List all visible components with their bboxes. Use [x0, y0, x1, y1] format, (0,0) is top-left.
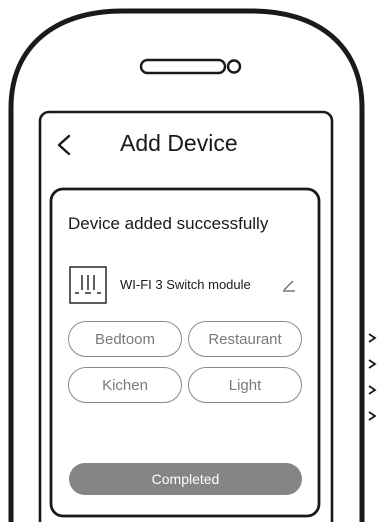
switch-module-icon	[69, 266, 107, 304]
completed-button[interactable]: Completed	[69, 463, 302, 495]
chevron-left-icon	[57, 134, 71, 156]
pencil-icon	[283, 280, 295, 292]
earpiece	[139, 58, 227, 75]
device-name: WI-FI 3 Switch module	[120, 277, 251, 292]
room-chip-bedtoom[interactable]: Bedtoom	[68, 321, 182, 357]
chevron-right-icon	[368, 333, 377, 343]
room-chip-restaurant[interactable]: Restaurant	[188, 321, 302, 357]
page-title: Add Device	[120, 130, 238, 156]
chevron-right-icon	[368, 359, 377, 369]
room-chip-kichen[interactable]: Kichen	[68, 367, 182, 403]
edit-name-button[interactable]	[281, 275, 297, 293]
phone-frame	[8, 8, 365, 522]
room-chip-light[interactable]: Light	[188, 367, 302, 403]
success-message: Device added successfully	[68, 214, 269, 233]
chevron-right-icon	[368, 411, 377, 421]
back-button[interactable]	[52, 132, 76, 158]
chevron-right-icon	[368, 385, 377, 395]
camera	[226, 59, 242, 74]
